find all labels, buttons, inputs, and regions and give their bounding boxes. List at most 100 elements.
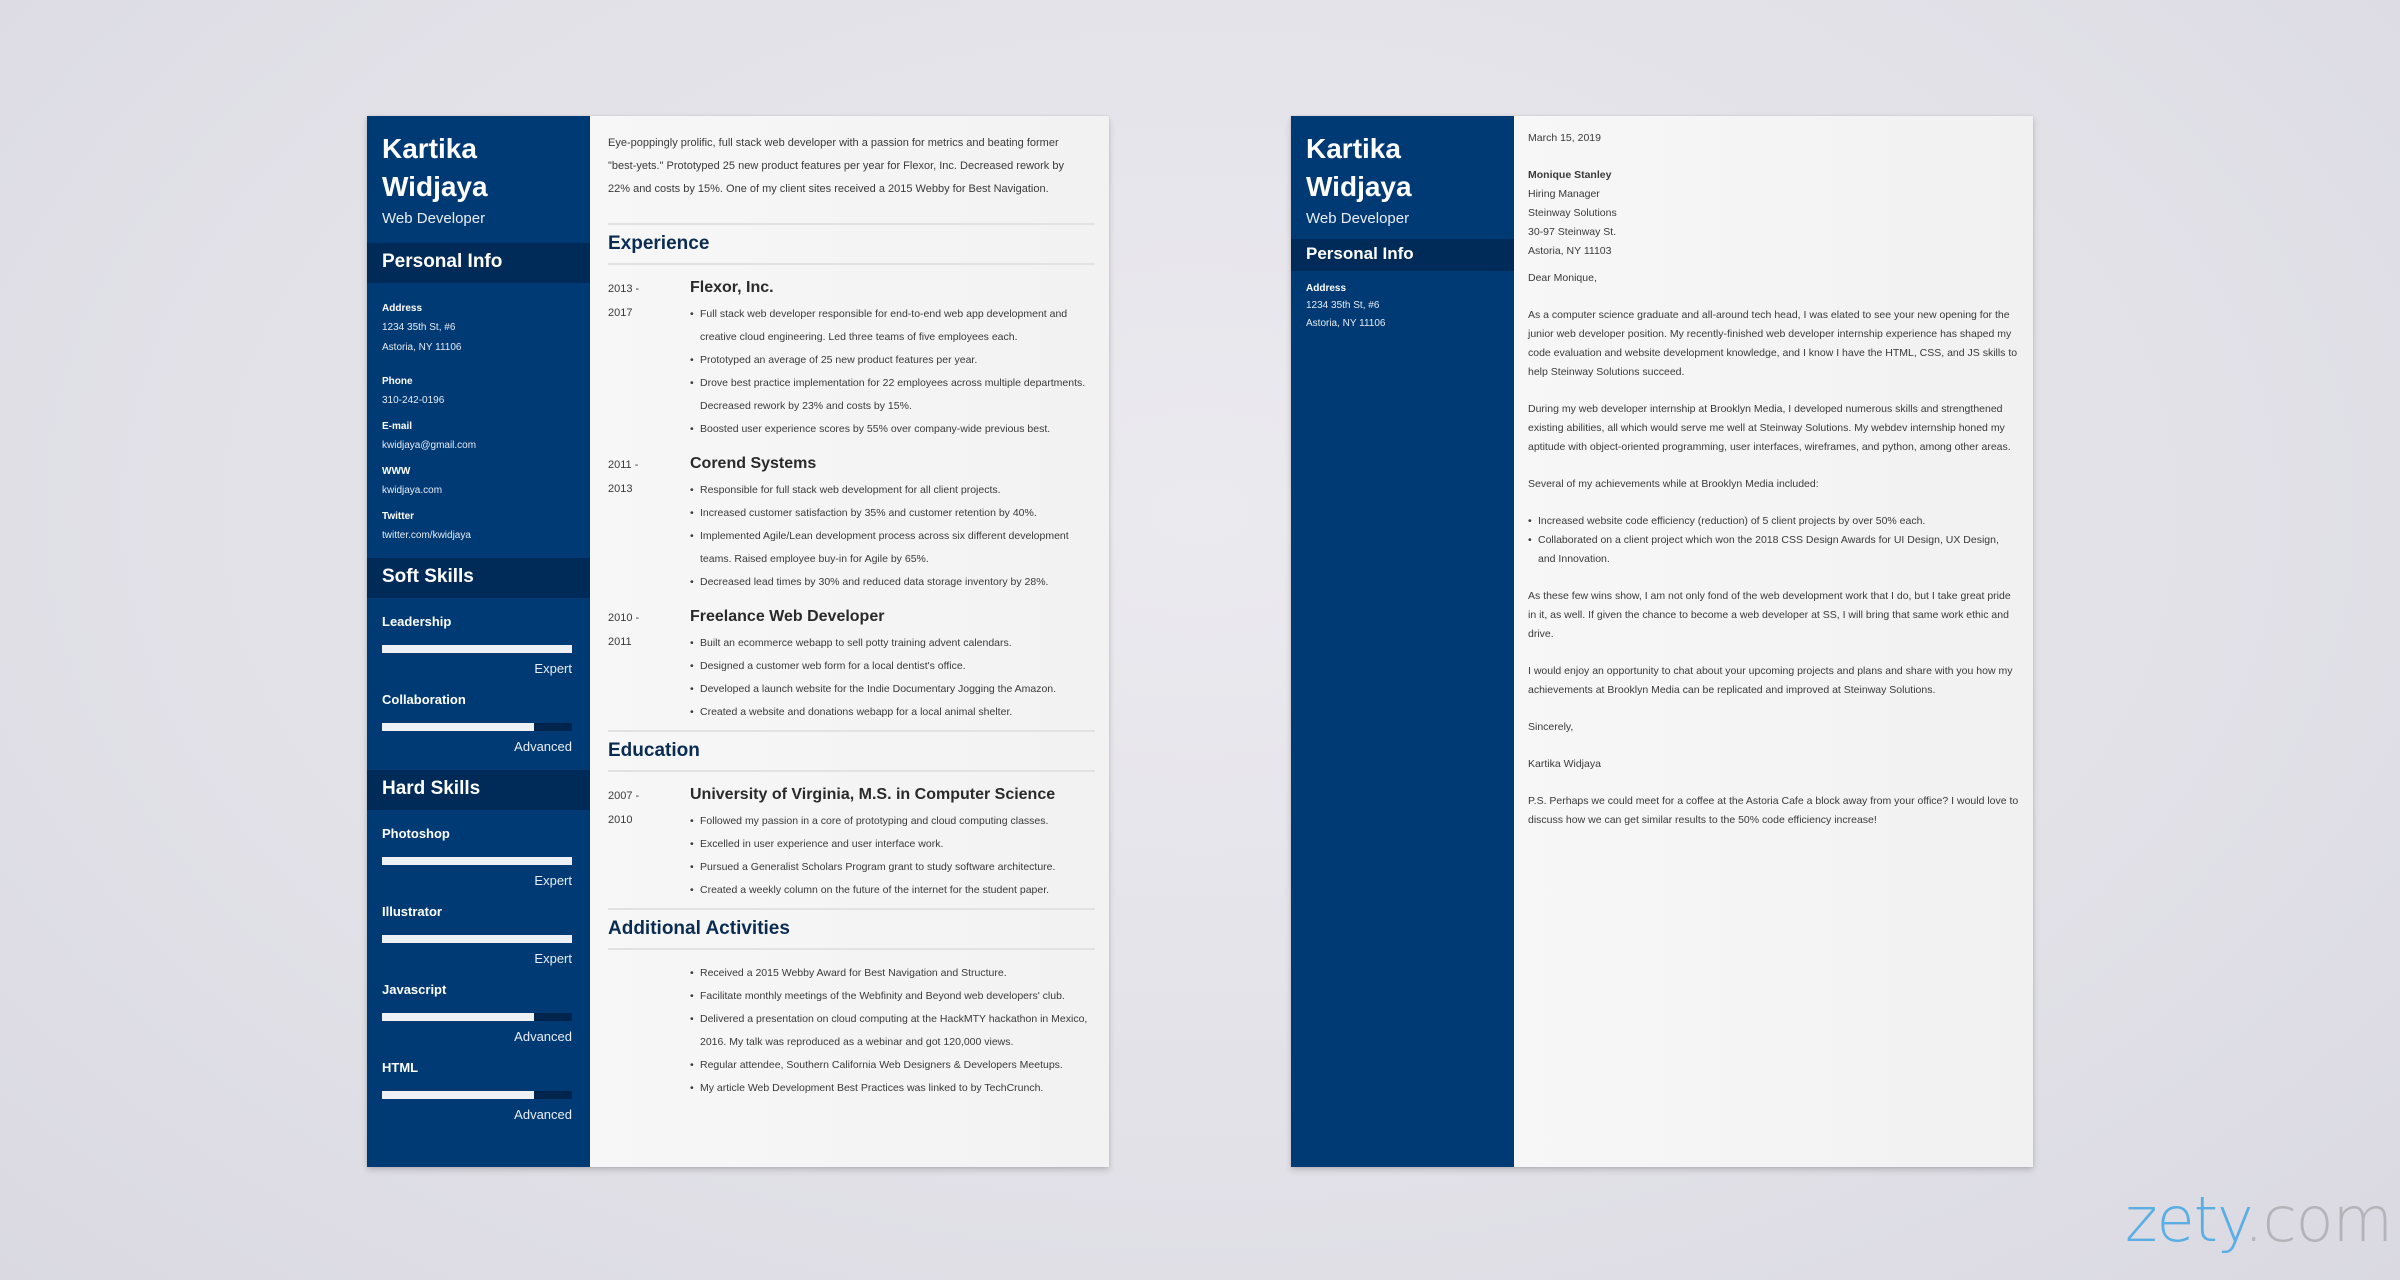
skill-level-bar xyxy=(382,935,572,943)
skill-name: Illustrator xyxy=(382,904,442,919)
skill-name: Leadership xyxy=(382,614,452,629)
zety-logo: zety.com xyxy=(2125,1183,2393,1256)
resume-name-last: Widjaya xyxy=(382,171,488,202)
letter-address-line: 1234 35th St, #6 xyxy=(1306,300,1380,311)
bullet-item: Designed a customer web form for a local… xyxy=(690,655,1095,678)
skill-level-label: Expert xyxy=(534,873,572,888)
date-end: 2013 xyxy=(608,483,633,495)
personal-info-value: 310-242-0196 xyxy=(382,395,445,406)
bullet-item: Responsible for full stack web developme… xyxy=(690,479,1095,502)
resume-main: Eye-poppingly prolific, full stack web d… xyxy=(590,116,1109,1167)
skill-level-bar xyxy=(382,857,572,865)
entry-dates: 2007 - 2010 xyxy=(608,782,690,902)
skill-level-bar xyxy=(382,1013,572,1021)
education-list: 2007 - 2010 University of Virginia, M.S. i… xyxy=(608,782,1095,902)
recipient-line: Astoria, NY 11103 xyxy=(1528,245,1612,257)
skill-item: Leadership Expert xyxy=(367,614,590,676)
entry-title: Flexor, Inc. xyxy=(690,279,774,296)
personal-info-label: Twitter xyxy=(382,511,415,522)
logo-part-com: .com xyxy=(2243,1183,2393,1256)
skill-item: HTML Advanced xyxy=(367,1060,590,1122)
activity-item: Received a 2015 Webby Award for Best Nav… xyxy=(690,962,1095,985)
activity-item: Regular attendee, Southern California We… xyxy=(690,1054,1095,1077)
bullet-item: Excelled in user experience and user int… xyxy=(690,833,1095,856)
letter-body: March 15, 2019 Monique Stanley Hiring Ma… xyxy=(1514,116,2033,1167)
bullet-item: Created a weekly column on the future of… xyxy=(690,879,1095,902)
recipient-line: Hiring Manager xyxy=(1528,188,1600,200)
logo-part-zety: zety xyxy=(2125,1183,2245,1256)
letter-role: Web Developer xyxy=(1306,210,1410,227)
recipient-line: 30-97 Steinway St. xyxy=(1528,226,1617,238)
personal-info-value: twitter.com/kwidjaya xyxy=(382,530,471,541)
personal-info-label: Phone xyxy=(382,376,413,387)
date-end: 2010 xyxy=(608,814,633,826)
date-start: 2007 - xyxy=(608,790,640,802)
activity-item: Facilitate monthly meetings of the Webfi… xyxy=(690,985,1095,1008)
soft-skills-list: Leadership Expert Collaboration Advanced xyxy=(367,614,590,754)
skill-name: HTML xyxy=(382,1060,419,1075)
hard-skills-heading: Hard Skills xyxy=(367,770,590,810)
entry-dates: 2010 - 2011 xyxy=(608,604,690,724)
bullet-item: Developed a launch website for the Indie… xyxy=(690,678,1095,701)
entry-body: University of Virginia, M.S. in Computer… xyxy=(690,782,1095,902)
skill-item: Javascript Advanced xyxy=(367,982,590,1044)
letter-date: March 15, 2019 xyxy=(1528,132,1601,144)
skill-level-fill xyxy=(382,645,572,653)
letter-address-line: Astoria, NY 11106 xyxy=(1306,318,1386,329)
entry-bullets: Responsible for full stack web developme… xyxy=(690,479,1095,594)
entry-body: Freelance Web Developer Built an ecommerc… xyxy=(690,604,1095,724)
resume-sidebar: Kartika Widjaya Web Developer Personal I… xyxy=(367,116,590,1167)
skill-level-label: Expert xyxy=(534,951,572,966)
letter-greeting: Dear Monique, xyxy=(1528,272,1597,284)
skill-item: Illustrator Expert xyxy=(367,904,590,966)
recipient-block: Monique Stanley Hiring Manager Steinway … xyxy=(1528,166,2019,261)
personal-info-heading: Personal Info xyxy=(367,243,590,283)
bullet-item: Drove best practice implementation for 2… xyxy=(690,372,1095,418)
bullet-item: Boosted user experience scores by 55% ov… xyxy=(690,418,1095,441)
entry-title: Corend Systems xyxy=(690,455,817,472)
letter-closing: Sincerely, xyxy=(1528,721,1574,733)
skill-level-fill xyxy=(382,1013,534,1021)
hard-skills-list: Photoshop Expert Illustrator Expert Javascri… xyxy=(367,826,590,1122)
skill-level-label: Advanced xyxy=(514,1029,572,1044)
entry-title: Freelance Web Developer xyxy=(690,608,885,625)
letter-name-last: Widjaya xyxy=(1306,171,1412,202)
letter-address-label: Address xyxy=(1306,283,1347,294)
resume-role: Web Developer xyxy=(382,210,486,227)
letter-personal-info-heading: Personal Info xyxy=(1291,239,1514,271)
skill-level-fill xyxy=(382,723,534,731)
resume-name-first: Kartika xyxy=(382,133,477,164)
skill-level-fill xyxy=(382,1091,534,1099)
skill-level-bar xyxy=(382,1091,572,1099)
personal-info-value: Astoria, NY 11106 xyxy=(382,342,462,353)
letter-paragraph: Several of my achievements while at Broo… xyxy=(1528,478,1819,490)
experience-entry: 2010 - 2011 Freelance Web Developer Built a… xyxy=(608,604,1095,724)
experience-heading: Experience xyxy=(608,223,1095,265)
entry-bullets: Built an ecommerce webapp to sell potty … xyxy=(690,632,1095,724)
bullet-item: Increased customer satisfaction by 35% a… xyxy=(690,502,1095,525)
activity-item: My article Web Development Best Practice… xyxy=(690,1077,1095,1100)
skill-name: Collaboration xyxy=(382,692,466,707)
letter-signature: Kartika Widjaya xyxy=(1528,758,1601,770)
bullet-item: Decreased lead times by 30% and reduced … xyxy=(690,571,1095,594)
achievement-item: Collaborated on a client project which w… xyxy=(1528,531,2019,569)
date-start: 2010 - xyxy=(608,612,640,624)
letter-paragraph: During my web developer internship at Br… xyxy=(1528,403,2011,453)
skill-level-label: Advanced xyxy=(514,1107,572,1122)
skill-item: Photoshop Expert xyxy=(367,826,590,888)
cover-letter-page: Kartika Widjaya Web Developer Personal I… xyxy=(1291,116,2033,1167)
experience-entry: 2011 - 2013 Corend Systems Responsible for … xyxy=(608,451,1095,594)
skill-item: Collaboration Advanced xyxy=(367,692,590,754)
date-start: 2011 - xyxy=(608,459,639,471)
skill-level-label: Advanced xyxy=(514,739,572,754)
skill-level-bar xyxy=(382,723,572,731)
letter-paragraph: I would enjoy an opportunity to chat abo… xyxy=(1528,665,2013,696)
skill-level-fill xyxy=(382,935,572,943)
entry-dates: 2011 - 2013 xyxy=(608,451,690,594)
entry-bullets: Full stack web developer responsible for… xyxy=(690,303,1095,441)
skill-level-fill xyxy=(382,857,572,865)
activities-heading: Additional Activities xyxy=(608,908,1095,950)
experience-entry: 2013 - 2017 Flexor, Inc. Full stack web dev… xyxy=(608,275,1095,441)
soft-skills-heading: Soft Skills xyxy=(367,558,590,598)
date-start: 2013 - xyxy=(608,283,640,295)
